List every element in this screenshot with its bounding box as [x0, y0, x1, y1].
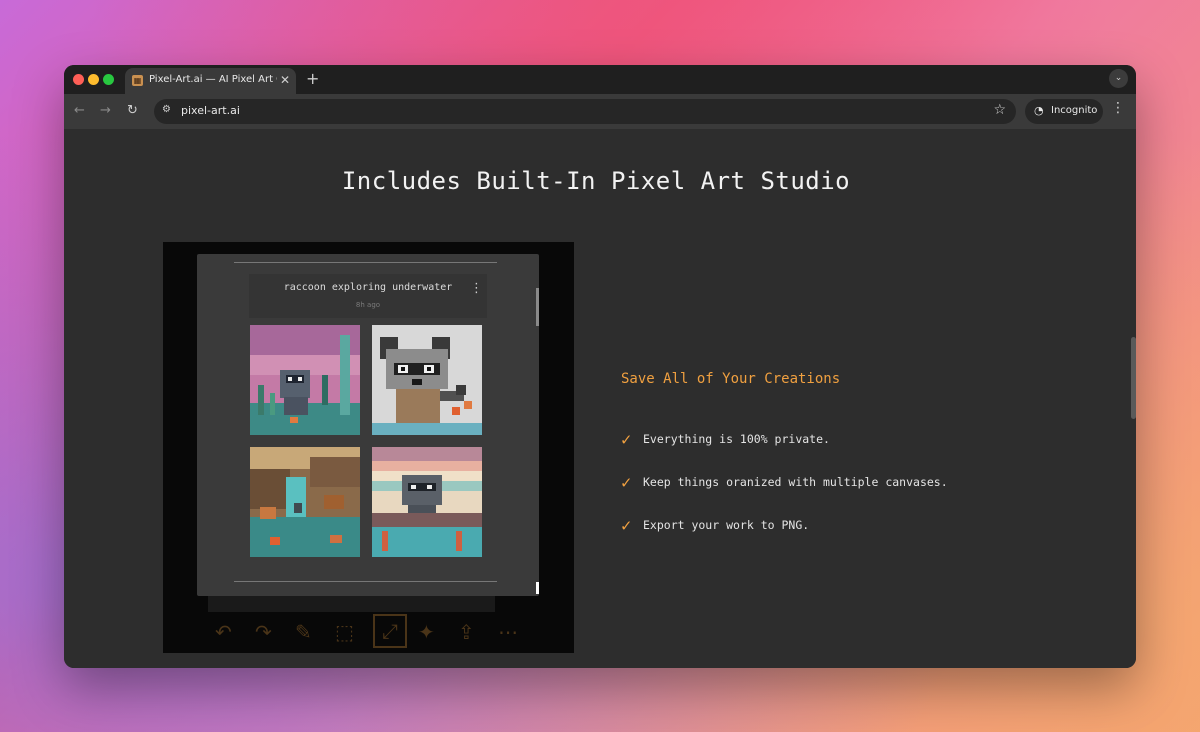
minimize-window-button[interactable]	[88, 74, 99, 85]
new-tab-icon[interactable]: +	[306, 69, 319, 88]
card-options-icon: ⋮	[470, 281, 483, 296]
incognito-label: Incognito	[1051, 105, 1098, 116]
creation-card-modal: raccoon exploring underwater 8h ago ⋮	[197, 254, 539, 596]
forward-arrow-icon[interactable]: →	[100, 103, 111, 118]
divider	[234, 581, 497, 582]
creation-header: raccoon exploring underwater 8h ago ⋮	[249, 274, 487, 318]
modal-scrollbar	[536, 288, 539, 326]
incognito-badge[interactable]: ◔ Incognito	[1025, 99, 1103, 124]
browser-window: ▦ Pixel-Art.ai — AI Pixel Art Generator …	[64, 65, 1136, 668]
tab-strip: ▦ Pixel-Art.ai — AI Pixel Art Generator …	[64, 65, 1136, 94]
image-raccoon-pink-underwater	[250, 325, 360, 435]
image-raccoon-pastel-sky	[372, 447, 482, 557]
browser-menu-icon[interactable]: ⋮	[1111, 101, 1125, 115]
incognito-icon: ◔	[1034, 104, 1044, 117]
divider	[234, 262, 497, 263]
modal-scrollbar-end	[536, 582, 539, 594]
checkmark-icon: ✓	[621, 516, 632, 536]
prompt-title: raccoon exploring underwater	[283, 282, 453, 293]
page-heading: Includes Built-In Pixel Art Studio	[341, 167, 851, 195]
browser-toolbar: ← → ↻ ⚙ pixel-art.ai ☆ ◔ Incognito ⋮	[64, 94, 1136, 129]
image-raccoon-closeup-flowers	[372, 325, 482, 435]
timestamp: 8h ago	[355, 301, 381, 309]
features-title: Save All of Your Creations	[621, 371, 841, 387]
upload-icon: ⇪	[458, 620, 475, 644]
site-settings-icon[interactable]: ⚙	[162, 104, 171, 115]
pixel-art-favicon-icon: ▦	[132, 75, 143, 86]
feature-item: ✓ Export your work to PNG.	[621, 516, 810, 536]
reload-icon[interactable]: ↻	[127, 103, 138, 118]
more-icon: ⋯	[498, 620, 518, 644]
back-arrow-icon[interactable]: ←	[74, 103, 85, 118]
bookmark-star-icon[interactable]: ☆	[993, 102, 1006, 118]
close-tab-icon[interactable]: ✕	[280, 73, 290, 87]
image-raccoon-ruins-waterfall	[250, 447, 360, 557]
tab-title: Pixel-Art.ai — AI Pixel Art Generator	[149, 74, 277, 85]
pencil-icon: ✎	[295, 620, 312, 644]
undo-icon: ↶	[215, 620, 232, 644]
redo-icon: ↷	[255, 620, 272, 644]
tab-search-chevron-icon[interactable]: ⌄	[1109, 69, 1128, 88]
studio-preview: ↶ ↷ ✎ ⬚ ⤢ ✦ ⇪ ⋯ raccoon exploring underw…	[163, 242, 574, 653]
page-scrollbar[interactable]	[1131, 337, 1136, 419]
url-text: pixel-art.ai	[181, 104, 240, 117]
address-bar[interactable]: ⚙ pixel-art.ai ☆	[154, 99, 1016, 124]
maximize-window-button[interactable]	[103, 74, 114, 85]
close-window-button[interactable]	[73, 74, 84, 85]
feature-item: ✓ Everything is 100% private.	[621, 430, 830, 450]
feature-item: ✓ Keep things oranized with multiple canv…	[621, 473, 948, 493]
page-content: Includes Built-In Pixel Art Studio ↶ ↷ ✎…	[64, 129, 1136, 668]
active-tab[interactable]: ▦ Pixel-Art.ai — AI Pixel Art Generator …	[125, 68, 296, 94]
checkmark-icon: ✓	[621, 473, 632, 493]
expand-icon: ⤢	[373, 614, 407, 648]
checkmark-icon: ✓	[621, 430, 632, 450]
select-icon: ⬚	[335, 620, 354, 644]
wand-icon: ✦	[418, 620, 435, 644]
